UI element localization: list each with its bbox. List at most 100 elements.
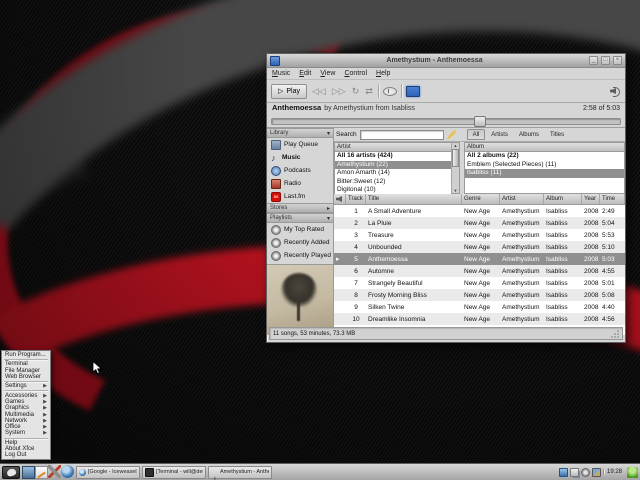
pager-icon[interactable] (592, 468, 601, 477)
submenu-arrow-icon: ▶ (43, 405, 47, 411)
maximize-button[interactable]: □ (601, 56, 610, 65)
next-track-icon[interactable]: ▷▷ (331, 87, 347, 96)
menu-bar-item[interactable]: Edit (299, 70, 311, 77)
artist-pane-header[interactable]: Artist (335, 143, 451, 152)
track-row[interactable]: 1 A Small Adventure New Age Amethystium … (334, 205, 625, 217)
track-row[interactable]: 7 Strangely Beautiful New Age Amethystiu… (334, 277, 625, 289)
track-row[interactable]: 10 Dreamlike Insomnia New Age Amethystiu… (334, 313, 625, 325)
applications-menu-item[interactable]: Multimedia ▶ (2, 411, 50, 417)
sidebar-library-item[interactable]: Last.fm (267, 190, 333, 203)
displays-icon[interactable] (570, 468, 579, 477)
previous-track-icon[interactable]: ◁◁ (311, 87, 327, 96)
applications-menu-item[interactable]: Settings ▶ (2, 383, 50, 389)
sidebar-playlist-item[interactable]: Recently Played (267, 249, 333, 262)
menu-item-label: Settings (5, 383, 27, 389)
column-header-track[interactable]: Track (346, 194, 366, 204)
browser-panes: Artist All 16 artists (424)Amethystium (… (334, 142, 625, 194)
track-row[interactable]: 4 Unbounded New Age Amethystium Isabliss… (334, 241, 625, 253)
volume-icon[interactable] (610, 86, 621, 96)
track-row[interactable]: 5 Anthemoessa New Age Amethystium Isabli… (334, 253, 625, 265)
title-bar[interactable]: Amethystium - Anthemoessa _ □ × (267, 54, 625, 68)
sidebar-library-item[interactable]: Podcasts (267, 164, 333, 177)
lock-screen-icon[interactable] (22, 466, 35, 479)
shuffle-icon[interactable]: ⇄ (364, 87, 374, 96)
dynamic-mode-icon[interactable] (406, 86, 420, 97)
tools-icon[interactable] (48, 465, 61, 478)
scroll-thumb[interactable] (452, 149, 459, 167)
column-header-album[interactable]: Album (544, 194, 582, 204)
track-row[interactable]: 6 Automne New Age Amethystium Isabliss 2… (334, 265, 625, 277)
browse-tab[interactable]: Titles (545, 129, 569, 140)
applications-menu-item[interactable]: Accessories ▶ (2, 392, 50, 398)
playlists-header[interactable]: Playlists ▾ (267, 213, 333, 223)
column-header-title[interactable]: Title (366, 194, 462, 204)
close-button[interactable]: × (613, 56, 622, 65)
menu-item-label: About Xfce (5, 446, 34, 452)
repeat-icon[interactable]: ↻ (351, 87, 361, 96)
status-text: 11 songs, 53 minutes, 73.3 MB (273, 331, 355, 337)
session-user-icon[interactable] (627, 467, 638, 478)
menu-bar-item[interactable]: Control (344, 70, 367, 77)
album-pane: Album All 2 albums (22)Emblem (Selected … (464, 142, 625, 194)
album-row[interactable]: Isabliss (11) (465, 169, 624, 178)
artist-row[interactable]: Amethystium (22) (335, 161, 451, 170)
sidebar-library-item[interactable]: Radio (267, 177, 333, 190)
menu-bar-item[interactable]: View (320, 70, 335, 77)
album-row[interactable]: All 2 albums (22) (465, 152, 624, 161)
status-bar: 11 songs, 53 minutes, 73.3 MB (269, 327, 623, 340)
applications-menu-item[interactable]: Log Out ▶ (2, 452, 50, 458)
sidebar-item-label: Recently Added (284, 239, 330, 246)
track-row[interactable]: 3 Treasure New Age Amethystium Isabliss … (334, 229, 625, 241)
network-icon[interactable] (559, 468, 568, 477)
sidebar-library-item[interactable]: Play Queue (267, 138, 333, 151)
scroll-down-icon[interactable]: ▼ (454, 188, 458, 193)
taskbar-window-button[interactable]: [Terminal - will@deb5... (142, 466, 206, 479)
browse-tab[interactable]: Albums (514, 129, 544, 140)
sidebar-item-label: Music (282, 154, 300, 161)
artist-row[interactable]: Amon Amarth (14) (335, 169, 451, 178)
web-browser-icon[interactable] (61, 465, 74, 478)
play-button[interactable]: ▷ Play (271, 84, 307, 99)
main-area: Library ▾ Play Queue Music (267, 128, 625, 335)
applications-menu-item[interactable]: Network ▶ (2, 418, 50, 424)
artist-scrollbar[interactable]: ▲ ▼ (451, 143, 459, 193)
applications-menu-item[interactable]: Graphics ▶ (2, 405, 50, 411)
menu-item-label: Run Program... (5, 352, 46, 358)
scroll-up-icon[interactable]: ▲ (454, 143, 458, 148)
album-pane-header[interactable]: Album (465, 143, 624, 152)
menu-bar-item[interactable]: Help (376, 70, 390, 77)
search-input[interactable] (360, 130, 444, 140)
settings-icon[interactable] (581, 468, 590, 477)
column-header-artist[interactable]: Artist (500, 194, 544, 204)
menu-bar-item[interactable]: Music (272, 70, 290, 77)
sidebar-playlist-item[interactable]: Recently Added (267, 236, 333, 249)
artist-row[interactable]: Bitter:Sweet (12) (335, 178, 451, 187)
timer-icon[interactable] (383, 87, 397, 96)
applications-menu-item[interactable]: Run Program... ▶ (2, 352, 50, 358)
browse-tab[interactable]: All (467, 129, 486, 140)
clock: 19:28 (603, 469, 625, 475)
clear-search-icon[interactable] (447, 130, 456, 139)
minimize-button[interactable]: _ (589, 56, 598, 65)
browse-tab[interactable]: Artists (486, 129, 513, 140)
xfce-menu-button[interactable] (2, 466, 20, 479)
column-header-time[interactable]: Time (600, 194, 625, 204)
taskbar-window-button[interactable]: Amethystium - Anthe... (208, 466, 272, 479)
album-row[interactable]: Emblem (Selected Pieces) (11) (465, 161, 624, 170)
sidebar-playlist-item[interactable]: My Top Rated (267, 223, 333, 236)
chevron-right-icon: ▸ (327, 205, 330, 212)
taskbar-window-button[interactable]: [Google - Iceweasel] (76, 466, 140, 479)
track-row[interactable]: 2 La Pluie New Age Amethystium Isabliss … (334, 217, 625, 229)
resize-grip[interactable] (611, 330, 619, 338)
library-header[interactable]: Library ▾ (267, 128, 333, 138)
column-header-year[interactable]: Year (582, 194, 600, 204)
seek-slider[interactable] (271, 118, 621, 125)
sidebar-library-item[interactable]: Music (267, 151, 333, 164)
stores-header[interactable]: Stores ▸ (267, 203, 333, 213)
column-header-genre[interactable]: Genre (462, 194, 500, 204)
track-row[interactable]: 8 Frosty Morning Bliss New Age Amethysti… (334, 289, 625, 301)
track-row[interactable]: 9 Silken Twine New Age Amethystium Isabl… (334, 301, 625, 313)
artist-row[interactable]: All 16 artists (424) (335, 152, 451, 161)
text-editor-icon[interactable] (35, 466, 48, 479)
seek-handle[interactable] (474, 116, 486, 127)
